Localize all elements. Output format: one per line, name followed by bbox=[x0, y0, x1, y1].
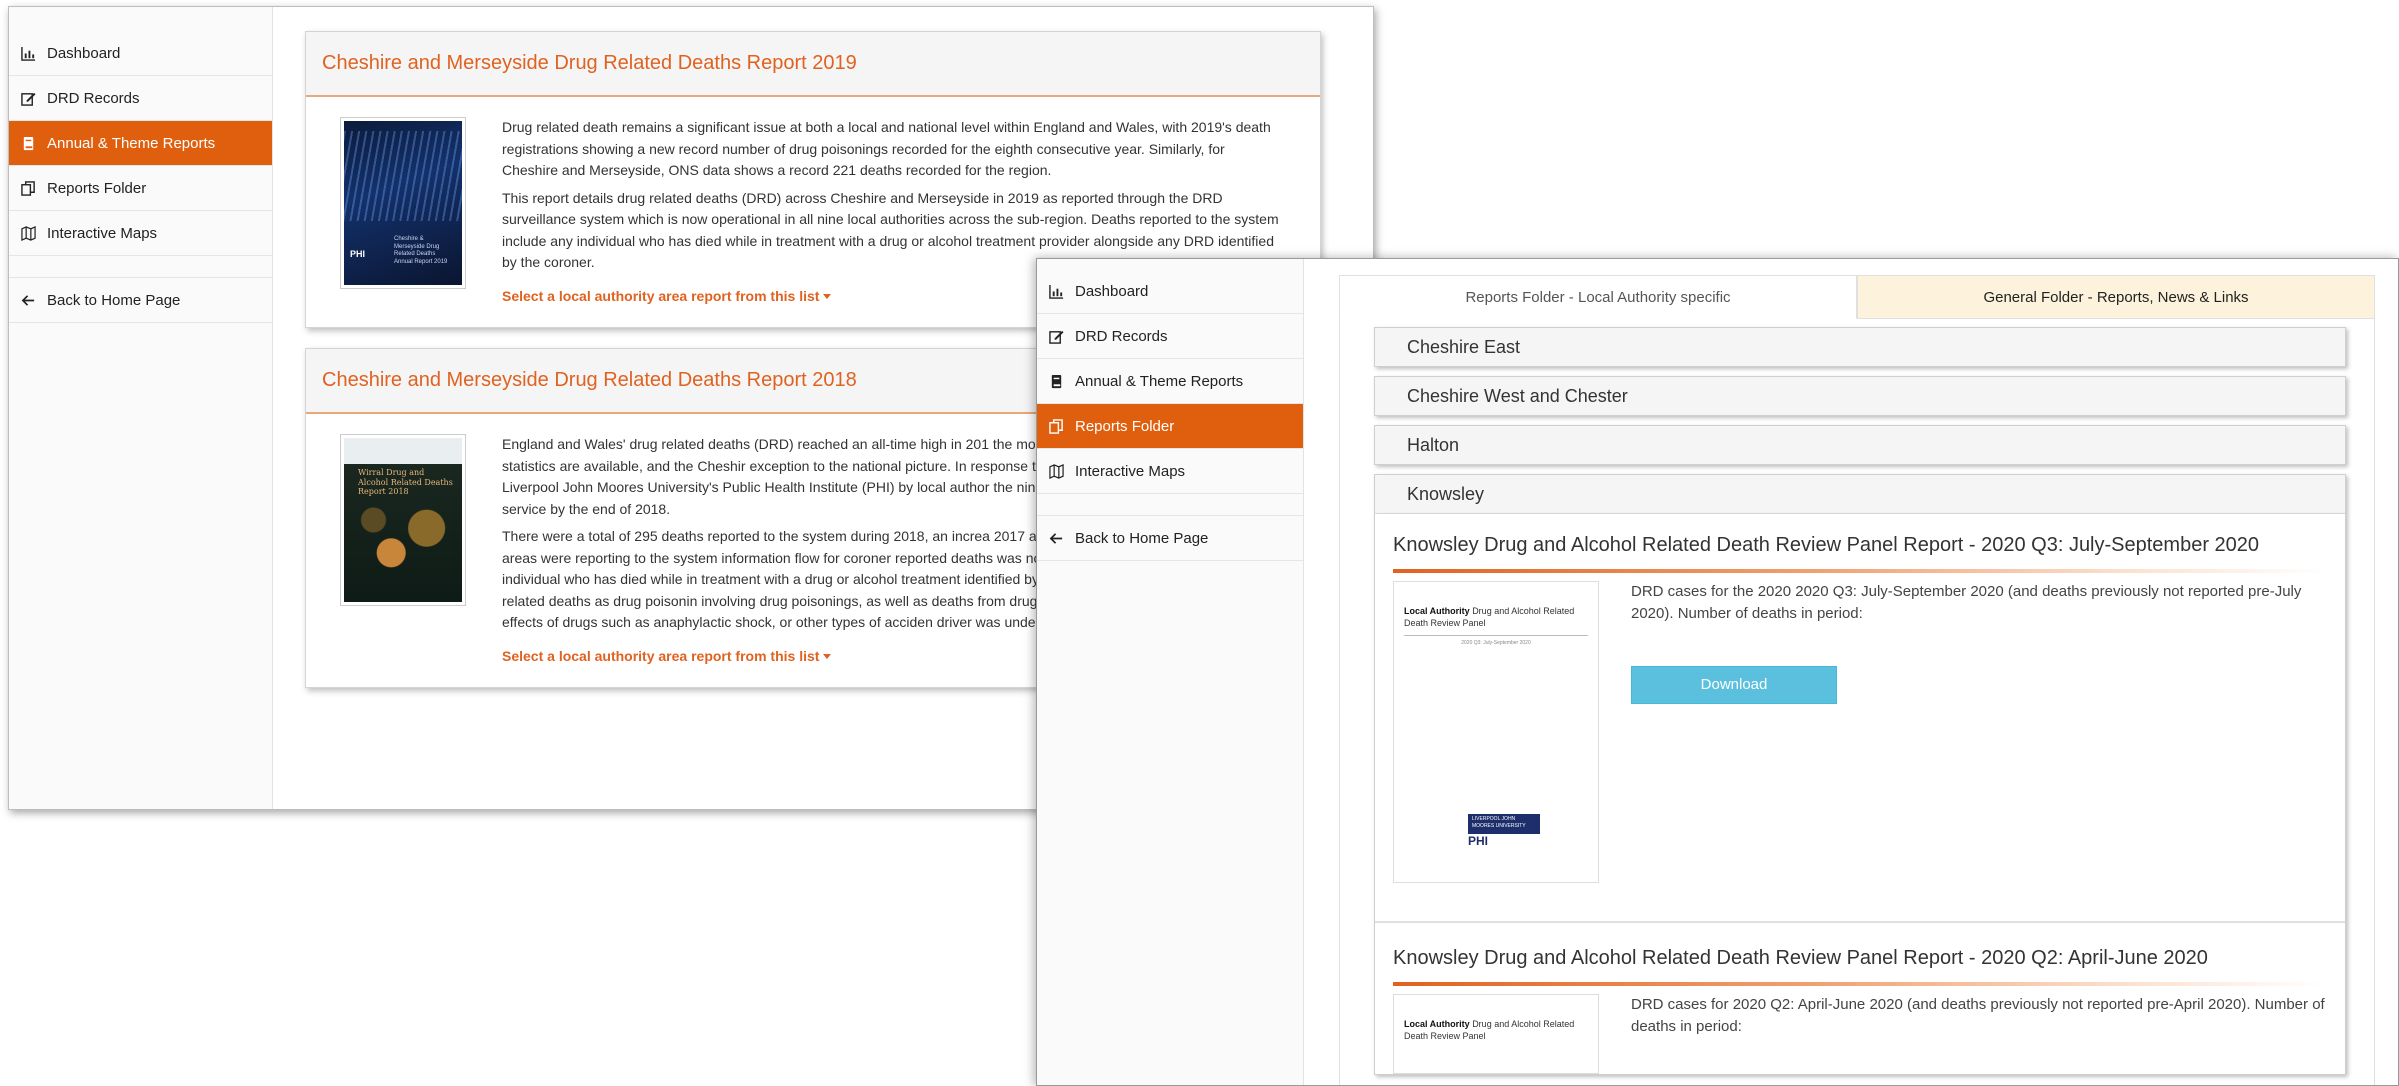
sidebar-item-drd-records[interactable]: DRD Records bbox=[1037, 314, 1303, 359]
knowsley-reports: Knowsley Drug and Alcohol Related Death … bbox=[1374, 514, 2346, 1075]
copy-icon bbox=[1047, 417, 1065, 435]
sidebar: Dashboard DRD Records Annual & Theme Rep… bbox=[9, 7, 273, 809]
report-paragraph: Drug related death remains a significant… bbox=[502, 119, 1271, 178]
report-title: Cheshire and Merseyside Drug Related Dea… bbox=[306, 32, 1320, 97]
divider bbox=[1404, 635, 1588, 637]
sidebar-item-interactive-maps[interactable]: Interactive Maps bbox=[1037, 449, 1303, 494]
sidebar-item-label: Annual & Theme Reports bbox=[47, 134, 216, 152]
report-title: Knowsley Drug and Alcohol Related Death … bbox=[1393, 947, 2208, 969]
bar-chart-icon bbox=[1047, 282, 1065, 300]
sidebar-item-reports-folder[interactable]: Reports Folder bbox=[9, 166, 272, 211]
reports-folder-content: Reports Folder - Local Authority specifi… bbox=[1339, 275, 2375, 1085]
sidebar-item-annual-theme-reports[interactable]: Annual & Theme Reports bbox=[1037, 359, 1303, 404]
report-item: Knowsley Drug and Alcohol Related Death … bbox=[1375, 514, 2345, 923]
title-underline bbox=[1393, 982, 2327, 986]
area-knowsley[interactable]: Knowsley bbox=[1374, 474, 2346, 514]
back-to-home-label: Back to Home Page bbox=[1075, 529, 1209, 547]
report-title: Knowsley Drug and Alcohol Related Death … bbox=[1393, 534, 2260, 556]
report-cover-2019[interactable]: PHI Cheshire & Merseyside Drug Related D… bbox=[340, 117, 466, 289]
ljmu-phi-logo: LIVERPOOL JOHN MOORES UNIVERSITY PHI bbox=[1468, 814, 1540, 854]
sidebar-divider bbox=[1037, 494, 1303, 516]
tab-local-authority[interactable]: Reports Folder - Local Authority specifi… bbox=[1339, 275, 1857, 319]
sidebar-item-label: Interactive Maps bbox=[47, 224, 158, 242]
back-to-home-link[interactable]: Back to Home Page bbox=[1037, 516, 1303, 561]
reports-folder-window: Dashboard DRD Records Annual & Theme Rep… bbox=[1036, 258, 2399, 1086]
sidebar-item-label: Reports Folder bbox=[47, 179, 147, 197]
back-to-home-link[interactable]: Back to Home Page bbox=[9, 278, 272, 323]
map-icon bbox=[1047, 462, 1065, 480]
sidebar-item-label: Annual & Theme Reports bbox=[1075, 372, 1244, 390]
download-button[interactable]: Download bbox=[1631, 666, 1837, 704]
sidebar-item-label: DRD Records bbox=[47, 89, 140, 107]
back-to-home-label: Back to Home Page bbox=[47, 291, 181, 309]
report-cover-2018[interactable]: Wirral Drug and Alcohol Related Deaths R… bbox=[340, 434, 466, 606]
phi-logo-text: PHI bbox=[350, 249, 366, 259]
select-area-label: Select a local authority area report fro… bbox=[502, 287, 820, 304]
cover-caption: Cheshire & Merseyside Drug Related Death… bbox=[394, 235, 448, 266]
area-cheshire-east[interactable]: Cheshire East bbox=[1374, 327, 2346, 367]
report-description: DRD cases for 2020 Q2: April-June 2020 (… bbox=[1631, 996, 2325, 1035]
report-item: Knowsley Drug and Alcohol Related Death … bbox=[1393, 923, 2327, 1074]
thumb-period: 2020 Q3: July-September 2020 bbox=[1461, 640, 1531, 647]
copy-icon bbox=[19, 179, 37, 197]
sidebar-item-interactive-maps[interactable]: Interactive Maps bbox=[9, 211, 272, 256]
area-halton[interactable]: Halton bbox=[1374, 425, 2346, 465]
select-area-dropdown[interactable]: Select a local authority area report fro… bbox=[502, 646, 832, 668]
caret-down-icon bbox=[823, 294, 832, 300]
sidebar-item-dashboard[interactable]: Dashboard bbox=[1037, 269, 1303, 314]
caret-down-icon bbox=[823, 654, 832, 660]
sidebar-item-drd-records[interactable]: DRD Records bbox=[9, 76, 272, 121]
title-underline bbox=[1393, 569, 2327, 573]
report-cover-thumbnail[interactable]: Local Authority Drug and Alcohol Related… bbox=[1393, 581, 1599, 883]
bar-chart-icon bbox=[19, 44, 37, 62]
folder-tabs: Reports Folder - Local Authority specifi… bbox=[1339, 275, 2375, 319]
thumb-heading-bold: Local Authority bbox=[1404, 1019, 1470, 1029]
sidebar-item-annual-theme-reports[interactable]: Annual & Theme Reports bbox=[9, 121, 272, 166]
edit-icon bbox=[19, 89, 37, 107]
select-area-dropdown[interactable]: Select a local authority area report fro… bbox=[502, 286, 832, 308]
area-cheshire-west-chester[interactable]: Cheshire West and Chester bbox=[1374, 376, 2346, 416]
edit-icon bbox=[1047, 327, 1065, 345]
select-area-label: Select a local authority area report fro… bbox=[502, 647, 820, 664]
tab-general-folder[interactable]: General Folder - Reports, News & Links bbox=[1857, 275, 2375, 319]
sidebar-item-label: Dashboard bbox=[1075, 282, 1149, 300]
local-authority-panel: Cheshire East Cheshire West and Chester … bbox=[1339, 319, 2375, 1085]
report-description: DRD cases for the 2020 2020 Q3: July-Sep… bbox=[1631, 583, 2302, 622]
map-icon bbox=[19, 224, 37, 242]
ljmu-logo-text: LIVERPOOL JOHN MOORES UNIVERSITY bbox=[1468, 814, 1540, 834]
arrow-left-icon bbox=[19, 291, 37, 309]
sidebar-divider bbox=[9, 256, 272, 278]
arrow-left-icon bbox=[1047, 529, 1065, 547]
sidebar-item-label: Interactive Maps bbox=[1075, 462, 1186, 480]
cover-caption: Wirral Drug and Alcohol Related Deaths R… bbox=[358, 468, 453, 497]
thumb-heading-bold: Local Authority bbox=[1404, 606, 1470, 616]
book-icon bbox=[19, 134, 37, 152]
book-icon bbox=[1047, 372, 1065, 390]
sidebar-item-label: DRD Records bbox=[1075, 327, 1168, 345]
sidebar-item-label: Dashboard bbox=[47, 44, 121, 62]
sidebar-item-reports-folder[interactable]: Reports Folder bbox=[1037, 404, 1303, 449]
report-cover-thumbnail[interactable]: Local Authority Drug and Alcohol Related… bbox=[1393, 994, 1599, 1074]
phi-logo-text: PHI bbox=[1468, 834, 1489, 848]
sidebar-item-dashboard[interactable]: Dashboard bbox=[9, 31, 272, 76]
sidebar-item-label: Reports Folder bbox=[1075, 417, 1175, 435]
sidebar: Dashboard DRD Records Annual & Theme Rep… bbox=[1037, 259, 1304, 1085]
